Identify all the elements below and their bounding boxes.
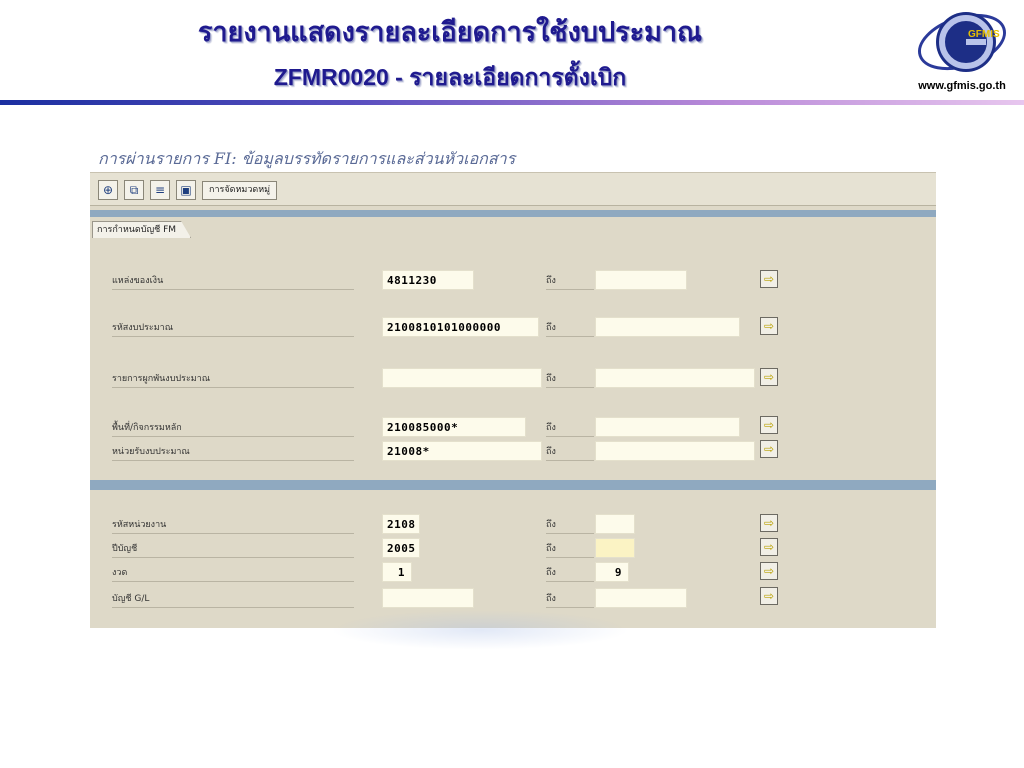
field-label: พื้นที่/กิจกรรมหลัก — [112, 420, 354, 437]
separator-band — [90, 480, 936, 490]
categorize-button[interactable]: การจัดหมวดหมู่ — [202, 181, 278, 200]
copy-icon[interactable]: ⧉ — [124, 180, 144, 200]
slide-subtitle: ZFMR0020 - รายละเอียดการตั้งเบิก — [273, 64, 627, 90]
decorative-glow — [330, 610, 630, 650]
multiple-selection-arrow-icon[interactable]: ⇨ — [760, 538, 778, 556]
to-label: ถึง — [546, 444, 594, 461]
commitment-item-from-input[interactable] — [382, 368, 542, 388]
period-from-input[interactable]: 1 — [382, 562, 412, 582]
separator-band — [90, 210, 936, 217]
to-label: ถึง — [546, 420, 594, 437]
multiple-selection-arrow-icon[interactable]: ⇨ — [760, 270, 778, 288]
website-url[interactable]: www.gfmis.go.th — [900, 80, 1024, 92]
to-label: ถึง — [546, 371, 594, 388]
to-label: ถึง — [546, 273, 594, 290]
funds-center-to-input[interactable] — [595, 441, 755, 461]
multiple-selection-arrow-icon[interactable]: ⇨ — [760, 514, 778, 532]
to-label: ถึง — [546, 320, 594, 337]
field-label: บัญชี G/L — [112, 591, 354, 608]
budget-code-from-input[interactable]: 2100810101000000 — [382, 317, 539, 337]
save-variant-icon[interactable]: ▣ — [176, 180, 196, 200]
multiple-selection-arrow-icon[interactable]: ⇨ — [760, 368, 778, 386]
multiple-selection-arrow-icon[interactable]: ⇨ — [760, 416, 778, 434]
gl-account-to-input[interactable] — [595, 588, 687, 608]
commitment-item-to-input[interactable] — [595, 368, 755, 388]
multiple-selection-arrow-icon[interactable]: ⇨ — [760, 562, 778, 580]
field-label: รายการผูกพันงบประมาณ — [112, 371, 354, 388]
field-label: แหล่งของเงิน — [112, 273, 354, 290]
screen-title: การผ่านรายการ FI: ข้อมูลบรรทัดรายการและส… — [98, 149, 516, 168]
field-label: หน่วยรับงบประมาณ — [112, 444, 354, 461]
fund-from-input[interactable]: 4811230 — [382, 270, 474, 290]
field-label: รหัสหน่วยงาน — [112, 517, 354, 534]
fiscal-year-from-input[interactable]: 2005 — [382, 538, 420, 558]
funds-center-from-input[interactable]: 21008* — [382, 441, 542, 461]
header-divider — [0, 100, 1024, 105]
fund-to-input[interactable] — [595, 270, 687, 290]
functional-area-from-input[interactable]: 210085000* — [382, 417, 526, 437]
field-label: รหัสงบประมาณ — [112, 320, 354, 337]
gl-account-from-input[interactable] — [382, 588, 474, 608]
multiple-selection-arrow-icon[interactable]: ⇨ — [760, 587, 778, 605]
to-label: ถึง — [546, 517, 594, 534]
application-toolbar: ⊕ ⧉ ≡ ▣ การจัดหมวดหมู่ — [90, 173, 936, 206]
budget-code-to-input[interactable] — [595, 317, 740, 337]
selection-options-icon[interactable]: ≡ — [150, 180, 170, 200]
company-code-from-input[interactable]: 2108 — [382, 514, 420, 534]
multiple-selection-arrow-icon[interactable]: ⇨ — [760, 317, 778, 335]
tab-fm-account-assignment[interactable]: การกำหนดบัญชี FM — [92, 221, 191, 238]
screen-title-bar: การผ่านรายการ FI: ข้อมูลบรรทัดรายการและส… — [90, 140, 936, 173]
functional-area-to-input[interactable] — [595, 417, 740, 437]
to-label: ถึง — [546, 565, 594, 582]
slide-title: รายงานแสดงรายละเอียดการใช้งบประมาณ — [197, 17, 703, 47]
sap-window: การผ่านรายการ FI: ข้อมูลบรรทัดรายการและส… — [90, 140, 936, 628]
company-code-to-input[interactable] — [595, 514, 635, 534]
multiple-selection-arrow-icon[interactable]: ⇨ — [760, 440, 778, 458]
execute-icon[interactable]: ⊕ — [98, 180, 118, 200]
period-to-input[interactable]: 9 — [595, 562, 629, 582]
svg-text:GFMIS: GFMIS — [968, 29, 1000, 40]
field-label: ปีบัญชี — [112, 541, 354, 558]
to-label: ถึง — [546, 591, 594, 608]
field-label: งวด — [112, 565, 354, 582]
to-label: ถึง — [546, 541, 594, 558]
fiscal-year-to-input[interactable] — [595, 538, 635, 558]
